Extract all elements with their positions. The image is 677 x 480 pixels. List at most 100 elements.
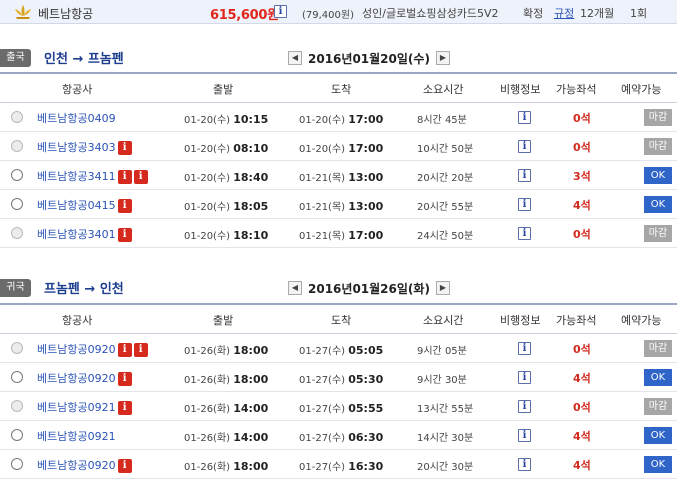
flight-link[interactable]: 베트남항공0415 i bbox=[37, 197, 132, 213]
flight-info-icon[interactable]: i bbox=[518, 458, 531, 471]
reserve-button[interactable]: OK bbox=[644, 427, 672, 444]
flight-row[interactable]: 베트남항공3403 i 01-20(수) 08:10 01-20(수) 17:00… bbox=[0, 132, 677, 161]
flight-row[interactable]: 베트남항공0920 i 01-26(화) 18:00 01-27(수) 05:30… bbox=[0, 363, 677, 392]
flight-link[interactable]: 베트남항공0920 i bbox=[37, 370, 132, 386]
flight-select-radio[interactable] bbox=[11, 198, 23, 210]
flight-row[interactable]: 베트남항공0920 i 01-26(화) 18:00 01-27(수) 16:30… bbox=[0, 450, 677, 479]
arrival-time: 01-20(수) 17:00 bbox=[299, 140, 383, 155]
flight-row[interactable]: 베트남항공0921 i 01-26(화) 14:00 01-27(수) 05:55… bbox=[0, 392, 677, 421]
flight-number[interactable]: 베트남항공0921 bbox=[37, 430, 116, 443]
flight-link[interactable]: 베트남항공0921 bbox=[37, 428, 116, 444]
notice-info-icon[interactable]: i bbox=[117, 170, 132, 184]
flight-info-icon[interactable]: i bbox=[518, 111, 531, 124]
departure-time: 01-20(수) 08:10 bbox=[184, 140, 268, 155]
notice-info-icon[interactable]: i bbox=[133, 343, 148, 357]
flight-link[interactable]: 베트남항공0920 i bbox=[37, 457, 132, 473]
flight-duration: 13시간 55분 bbox=[417, 404, 474, 415]
flight-info-icon[interactable]: i bbox=[518, 400, 531, 413]
flight-row[interactable]: 베트남항공0409 01-20(수) 10:15 01-20(수) 17:00 … bbox=[0, 103, 677, 132]
inbound-route: 프놈펜 → 인천 bbox=[44, 282, 124, 297]
reserve-button[interactable]: OK bbox=[644, 167, 672, 184]
flight-select-radio[interactable] bbox=[11, 227, 23, 239]
arrival-time: 01-21(목) 13:00 bbox=[299, 169, 383, 184]
arrival-date-text: 01-27(수) bbox=[299, 346, 346, 357]
airline-name: 베트남항공 bbox=[38, 7, 94, 21]
arrival-date-text: 01-27(수) bbox=[299, 375, 346, 386]
prev-date-icon[interactable]: ◀ bbox=[288, 281, 302, 295]
rule-link[interactable]: 규정 bbox=[554, 5, 574, 21]
notice-info-icon[interactable]: i bbox=[117, 141, 132, 155]
next-date-icon[interactable]: ▶ bbox=[435, 281, 450, 295]
reserve-button[interactable]: 마감 bbox=[644, 138, 672, 155]
prev-date-icon[interactable]: ◀ bbox=[288, 51, 302, 65]
flight-info-icon[interactable]: i bbox=[518, 429, 531, 442]
flight-number[interactable]: 베트남항공0415 bbox=[37, 199, 116, 212]
notice-info-icon[interactable]: i bbox=[117, 228, 132, 242]
flight-select-radio[interactable] bbox=[11, 342, 23, 354]
reserve-button[interactable]: 마감 bbox=[644, 225, 672, 242]
flight-link[interactable]: 베트남항공0921 i bbox=[37, 399, 132, 415]
departure-date-text: 01-26(화) bbox=[184, 346, 231, 357]
flight-info-icon[interactable]: i bbox=[518, 227, 531, 240]
col-arrival: 도착 bbox=[331, 83, 352, 96]
flight-info-icon[interactable]: i bbox=[518, 371, 531, 384]
notice-info-icon[interactable]: i bbox=[117, 372, 132, 386]
reserve-button[interactable]: 마감 bbox=[644, 398, 672, 415]
flight-select-radio[interactable] bbox=[11, 429, 23, 441]
flight-number[interactable]: 베트남항공3411 bbox=[37, 170, 116, 183]
flight-info-icon[interactable]: i bbox=[518, 169, 531, 182]
flight-row[interactable]: 베트남항공0920 i i 01-26(화) 18:00 01-27(수) 05:0… bbox=[0, 334, 677, 363]
notice-info-icon[interactable]: i bbox=[117, 199, 132, 213]
flight-select-radio[interactable] bbox=[11, 371, 23, 383]
flight-link[interactable]: 베트남항공0409 bbox=[37, 110, 116, 126]
flight-duration: 10시간 50분 bbox=[417, 144, 474, 155]
flight-link[interactable]: 베트남항공0920 i i bbox=[37, 341, 148, 357]
notice-info-icon[interactable]: i bbox=[133, 170, 148, 184]
flight-row[interactable]: 베트남항공3411 i i 01-20(수) 18:40 01-21(목) 13:0… bbox=[0, 161, 677, 190]
notice-icons: ii bbox=[116, 343, 148, 357]
flight-duration: 8시간 45분 bbox=[417, 115, 467, 126]
flight-link[interactable]: 베트남항공3401 i bbox=[37, 226, 132, 242]
flight-number[interactable]: 베트남항공0920 bbox=[37, 343, 116, 356]
reserve-button[interactable]: 마감 bbox=[644, 340, 672, 357]
departure-time: 01-26(화) 18:00 bbox=[184, 371, 268, 386]
flight-select-radio[interactable] bbox=[11, 458, 23, 470]
reserve-button[interactable]: OK bbox=[644, 456, 672, 473]
flight-number[interactable]: 베트남항공3403 bbox=[37, 141, 116, 154]
flight-link[interactable]: 베트남항공3411 i i bbox=[37, 168, 148, 184]
flight-info-icon[interactable]: i bbox=[518, 140, 531, 153]
departure-clock: 18:00 bbox=[233, 373, 269, 386]
flight-number[interactable]: 베트남항공3401 bbox=[37, 228, 116, 241]
flight-row[interactable]: 베트남항공0415 i 01-20(수) 18:05 01-21(목) 13:00… bbox=[0, 190, 677, 219]
flight-row[interactable]: 베트남항공0921 01-26(화) 14:00 01-27(수) 06:30 … bbox=[0, 421, 677, 450]
flight-row[interactable]: 베트남항공3401 i 01-20(수) 18:10 01-21(목) 17:00… bbox=[0, 219, 677, 248]
flight-select-radio[interactable] bbox=[11, 111, 23, 123]
flight-info-icon[interactable]: i bbox=[518, 342, 531, 355]
inbound-section-header: 귀국 프놈펜 → 인천 ◀ 2016년01월26일(화) ▶ bbox=[0, 274, 677, 302]
outbound-flight-table: 항공사 출발 도착 소요시간 비행정보 가능좌석 예약가능 베트남항공0409 … bbox=[0, 72, 677, 248]
fare-summary-bar: 베트남항공 615,600원 i (79,400원) 성인/글로벌쇼핑삼성카드5… bbox=[0, 0, 677, 24]
col-departure: 출발 bbox=[213, 83, 234, 96]
col-available-seats: 가능좌석 bbox=[556, 314, 597, 327]
flight-select-radio[interactable] bbox=[11, 400, 23, 412]
notice-info-icon[interactable]: i bbox=[117, 343, 132, 357]
flight-link[interactable]: 베트남항공3403 i bbox=[37, 139, 132, 155]
notice-info-icon[interactable]: i bbox=[117, 459, 132, 473]
flight-number[interactable]: 베트남항공0920 bbox=[37, 372, 116, 385]
flight-number[interactable]: 베트남항공0409 bbox=[37, 112, 116, 125]
flight-number[interactable]: 베트남항공0920 bbox=[37, 459, 116, 472]
reserve-button[interactable]: OK bbox=[644, 196, 672, 213]
reserve-button[interactable]: OK bbox=[644, 369, 672, 386]
notice-info-icon[interactable]: i bbox=[117, 401, 132, 415]
flight-select-radio[interactable] bbox=[11, 140, 23, 152]
next-date-icon[interactable]: ▶ bbox=[435, 51, 450, 65]
arrival-clock: 05:05 bbox=[348, 344, 384, 357]
arrival-clock: 17:00 bbox=[348, 142, 384, 155]
flight-select-radio[interactable] bbox=[11, 169, 23, 181]
available-seats: 0석 bbox=[573, 141, 591, 154]
reserve-button[interactable]: 마감 bbox=[644, 109, 672, 126]
flight-number[interactable]: 베트남항공0921 bbox=[37, 401, 116, 414]
flight-info-icon[interactable]: i bbox=[518, 198, 531, 211]
price-info-icon[interactable]: i bbox=[274, 5, 287, 18]
flight-duration: 24시간 50분 bbox=[417, 231, 474, 242]
